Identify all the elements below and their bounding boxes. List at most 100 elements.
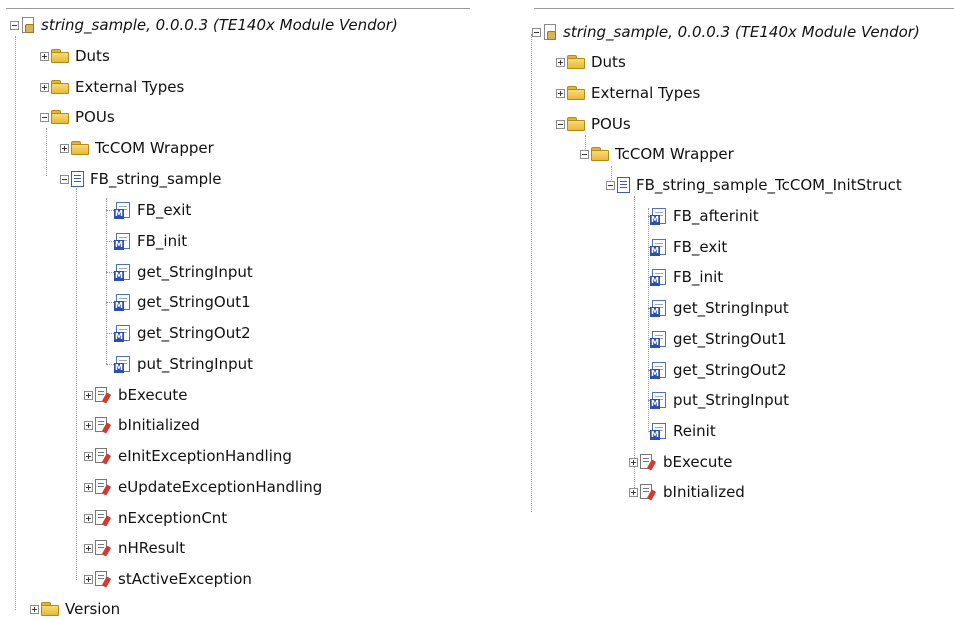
tree-node-tccom-wrapper[interactable]: TcCOM Wrapper bbox=[60, 137, 214, 159]
property-icon bbox=[95, 447, 112, 465]
method-icon: M bbox=[650, 330, 667, 348]
tree-node-property[interactable]: bInitialized bbox=[84, 414, 200, 436]
tree-node-label: bExecute bbox=[118, 386, 188, 404]
tree-node-method[interactable]: M put_StringInput bbox=[650, 389, 789, 411]
tree-node-method[interactable]: M FB_exit bbox=[114, 199, 191, 221]
method-icon: M bbox=[114, 201, 131, 219]
collapse-toggle[interactable] bbox=[40, 112, 49, 122]
tree-node-method[interactable]: M FB_exit bbox=[650, 236, 727, 258]
property-icon bbox=[95, 386, 112, 404]
tree-node-label: FB_init bbox=[137, 232, 188, 250]
property-icon bbox=[95, 509, 112, 527]
expand-toggle[interactable] bbox=[629, 457, 638, 467]
tree-node-label: eInitExceptionHandling bbox=[118, 447, 292, 465]
tree-node-pous[interactable]: POUs bbox=[40, 106, 115, 128]
expand-toggle[interactable] bbox=[84, 482, 93, 492]
collapse-toggle[interactable] bbox=[580, 149, 589, 159]
expand-toggle[interactable] bbox=[84, 574, 93, 584]
tree-node-method[interactable]: M get_StringOut2 bbox=[114, 322, 251, 344]
tree-node-method[interactable]: M get_StringOut2 bbox=[650, 359, 787, 381]
tree-node-duts[interactable]: Duts bbox=[40, 45, 110, 67]
tree-node-external-types[interactable]: External Types bbox=[40, 76, 184, 98]
property-icon bbox=[95, 570, 112, 588]
tree-node-property[interactable]: bExecute bbox=[84, 384, 188, 406]
folder-icon bbox=[51, 110, 69, 124]
tree-node-external-types[interactable]: External Types bbox=[556, 82, 700, 104]
tree-node-method[interactable]: M get_StringOut1 bbox=[650, 328, 787, 350]
tree-node-property[interactable]: stActiveException bbox=[84, 568, 252, 590]
tree-node-label: TcCOM Wrapper bbox=[615, 145, 734, 163]
tree-node-property[interactable]: nExceptionCnt bbox=[84, 507, 227, 529]
tree-node-property[interactable]: bInitialized bbox=[629, 481, 745, 503]
tree-node-label: Reinit bbox=[673, 422, 716, 440]
property-icon bbox=[95, 478, 112, 496]
tree-node-label: FB_init bbox=[673, 268, 724, 286]
folder-icon bbox=[567, 117, 585, 131]
tree-node-label: POUs bbox=[75, 108, 115, 126]
tree-line bbox=[531, 34, 532, 512]
tree-node-label: nHResult bbox=[118, 539, 186, 557]
expand-toggle[interactable] bbox=[556, 88, 565, 98]
tree-node-label: put_StringInput bbox=[673, 391, 790, 409]
tree-node-label: External Types bbox=[75, 78, 185, 96]
tree-node-fb-string-sample[interactable]: FB_string_sample bbox=[60, 168, 222, 190]
tree-node-property[interactable]: nHResult bbox=[84, 537, 185, 559]
tree-node-label: POUs bbox=[591, 115, 631, 133]
tree-node-label: Duts bbox=[591, 53, 626, 71]
tree-node-label: stActiveException bbox=[118, 570, 252, 588]
tree-node-property[interactable]: eUpdateExceptionHandling bbox=[84, 476, 322, 498]
expand-toggle[interactable] bbox=[40, 82, 49, 92]
expand-toggle[interactable] bbox=[60, 143, 69, 153]
left-solution-tree: string_sample, 0.0.0.3 (TE140x Module Ve… bbox=[0, 0, 470, 619]
tree-node-pous[interactable]: POUs bbox=[556, 113, 631, 135]
method-icon: M bbox=[650, 207, 667, 225]
expand-toggle[interactable] bbox=[84, 420, 93, 430]
expand-toggle[interactable] bbox=[84, 543, 93, 553]
method-icon: M bbox=[114, 324, 131, 342]
tree-node-property[interactable]: bExecute bbox=[629, 451, 733, 473]
tree-node-label: External Types bbox=[591, 84, 701, 102]
tree-node-method[interactable]: M put_StringInput bbox=[114, 353, 253, 375]
method-icon: M bbox=[650, 361, 667, 379]
tree-node-label: FB_string_sample bbox=[90, 170, 222, 188]
function-block-icon bbox=[71, 171, 84, 187]
method-icon: M bbox=[650, 238, 667, 256]
tree-node-method[interactable]: M FB_afterinit bbox=[650, 205, 759, 227]
collapse-toggle[interactable] bbox=[556, 119, 565, 129]
tree-line bbox=[106, 198, 107, 364]
tree-node-version[interactable]: Version bbox=[30, 598, 120, 620]
tree-node-method[interactable]: M get_StringInput bbox=[114, 261, 253, 283]
collapse-toggle[interactable] bbox=[10, 20, 19, 30]
tree-node-method[interactable]: M FB_init bbox=[650, 266, 723, 288]
expand-toggle[interactable] bbox=[84, 513, 93, 523]
tree-line bbox=[648, 208, 649, 432]
tree-node-property[interactable]: eInitExceptionHandling bbox=[84, 445, 292, 467]
expand-toggle[interactable] bbox=[84, 451, 93, 461]
method-icon: M bbox=[114, 355, 131, 373]
expand-toggle[interactable] bbox=[556, 57, 565, 67]
property-icon bbox=[95, 416, 112, 434]
tree-node-label: eUpdateExceptionHandling bbox=[118, 478, 323, 496]
tree-root-node[interactable]: string_sample, 0.0.0.3 (TE140x Module Ve… bbox=[532, 21, 920, 43]
collapse-toggle[interactable] bbox=[60, 174, 69, 184]
tree-node-method[interactable]: M get_StringInput bbox=[650, 297, 789, 319]
tree-node-label: FB_string_sample_TcCOM_InitStruct bbox=[636, 176, 902, 194]
tree-node-duts[interactable]: Duts bbox=[556, 51, 626, 73]
expand-toggle[interactable] bbox=[629, 487, 638, 497]
expand-toggle[interactable] bbox=[30, 604, 39, 614]
collapse-toggle[interactable] bbox=[606, 180, 615, 190]
expand-toggle[interactable] bbox=[84, 390, 93, 400]
tree-root-node[interactable]: string_sample, 0.0.0.3 (TE140x Module Ve… bbox=[10, 14, 398, 36]
project-file-icon bbox=[543, 23, 557, 41]
right-solution-tree: string_sample, 0.0.0.3 (TE140x Module Ve… bbox=[528, 0, 954, 512]
tree-node-fb-initstruct[interactable]: FB_string_sample_TcCOM_InitStruct bbox=[606, 174, 902, 196]
collapse-toggle[interactable] bbox=[532, 27, 541, 37]
tree-node-method[interactable]: M FB_init bbox=[114, 230, 187, 252]
expand-toggle[interactable] bbox=[40, 51, 49, 61]
tree-node-label: get_StringOut1 bbox=[673, 330, 787, 348]
tree-node-tccom-wrapper[interactable]: TcCOM Wrapper bbox=[580, 143, 734, 165]
tree-line bbox=[634, 196, 635, 494]
tree-node-method[interactable]: M get_StringOut1 bbox=[114, 291, 251, 313]
tree-line bbox=[15, 36, 16, 610]
tree-node-method[interactable]: M Reinit bbox=[650, 420, 716, 442]
